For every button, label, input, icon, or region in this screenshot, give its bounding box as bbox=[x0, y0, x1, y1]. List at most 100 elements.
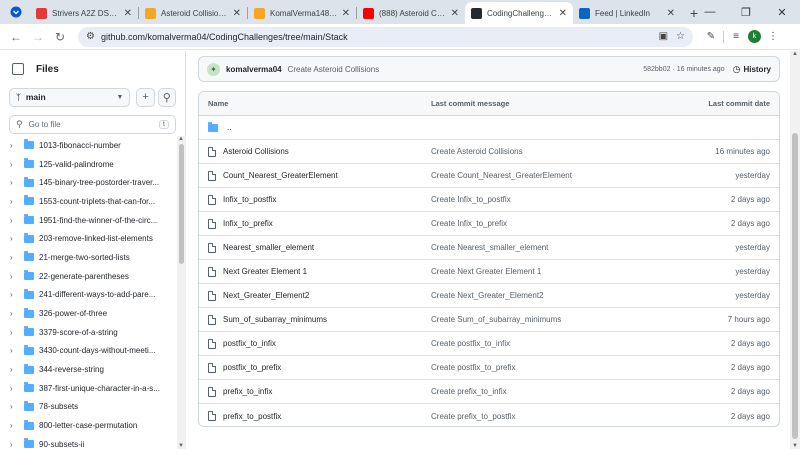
commit-message-link[interactable]: Create Infix_to_postfix bbox=[431, 195, 681, 204]
tree-item[interactable]: › 3430-count-days-without-meeti... bbox=[0, 342, 178, 361]
tree-item[interactable]: › 21-merge-two-sorted-lists bbox=[0, 248, 178, 267]
commit-message-link[interactable]: Create Next Greater Element 1 bbox=[431, 267, 681, 276]
file-name-link[interactable]: Infix_to_prefix bbox=[223, 219, 273, 228]
chevron-right-icon[interactable]: › bbox=[10, 160, 18, 169]
chevron-right-icon[interactable]: › bbox=[10, 178, 18, 187]
commit-message-link[interactable]: Create Nearest_smaller_element bbox=[431, 243, 681, 252]
tree-item[interactable]: › 3379-score-of-a-string bbox=[0, 323, 178, 342]
browser-tab[interactable]: Feed | LinkedIn ✕ bbox=[573, 2, 681, 24]
scrollbar-thumb[interactable] bbox=[179, 144, 184, 264]
add-file-button[interactable]: + bbox=[136, 87, 155, 107]
restore-icon[interactable]: ❐ bbox=[728, 0, 764, 24]
tab-search-icon[interactable] bbox=[6, 2, 26, 22]
chevron-right-icon[interactable]: › bbox=[10, 365, 18, 374]
scroll-down-icon[interactable]: ▼ bbox=[792, 443, 798, 449]
commit-message[interactable]: Create Asteroid Collisions bbox=[288, 65, 644, 74]
user-avatar[interactable]: ✦ bbox=[207, 62, 220, 76]
file-name-link[interactable]: Count_Nearest_GreaterElement bbox=[223, 171, 338, 180]
close-tab-icon[interactable]: ✕ bbox=[342, 8, 350, 19]
file-name-link[interactable]: Next_Greater_Element2 bbox=[223, 291, 309, 300]
chevron-right-icon[interactable]: › bbox=[10, 141, 18, 150]
minimize-icon[interactable]: — bbox=[692, 0, 728, 24]
browser-tab[interactable]: Asteroid Collision - Le✕ bbox=[139, 2, 247, 24]
search-button[interactable]: ⚲ bbox=[157, 87, 176, 107]
chevron-right-icon[interactable]: › bbox=[10, 440, 18, 449]
tree-item[interactable]: › 1553-count-triplets-that-can-for... bbox=[0, 192, 178, 211]
reading-list-icon[interactable]: ≡ bbox=[727, 28, 745, 46]
commit-message-link[interactable]: Create prefix_to_infix bbox=[431, 387, 681, 396]
sidebar-scrollbar[interactable]: ▲ ▼ bbox=[177, 136, 186, 449]
url-text[interactable]: github.com/komalverma04/CodingChallenges… bbox=[101, 32, 651, 42]
chevron-right-icon[interactable]: › bbox=[10, 197, 18, 206]
table-row[interactable]: Count_Nearest_GreaterElement Create Count… bbox=[199, 164, 779, 188]
file-name-link[interactable]: Nearest_smaller_element bbox=[223, 243, 314, 252]
reload-icon[interactable]: ↻ bbox=[50, 27, 70, 47]
browser-tab[interactable]: KomalVerma148 - Le ✕ bbox=[248, 2, 356, 24]
go-to-file-input[interactable]: ⚲ Go to file t bbox=[9, 115, 176, 134]
table-row[interactable]: Asteroid Collisions Create Asteroid Colli… bbox=[199, 140, 779, 164]
chevron-right-icon[interactable]: › bbox=[10, 328, 18, 337]
profile-avatar[interactable]: k bbox=[748, 30, 761, 43]
scroll-down-icon[interactable]: ▼ bbox=[178, 443, 184, 449]
commit-author[interactable]: komalverma04 bbox=[226, 65, 282, 74]
tree-item[interactable]: › 326-power-of-three bbox=[0, 304, 178, 323]
file-name-link[interactable]: Infix_to_postfix bbox=[223, 195, 276, 204]
file-name-link[interactable]: postfix_to_infix bbox=[223, 339, 276, 348]
commit-message-link[interactable]: Create postfix_to_prefix bbox=[431, 363, 681, 372]
commit-message-link[interactable]: Create Sum_of_subarray_minimums bbox=[431, 315, 681, 324]
chevron-right-icon[interactable]: › bbox=[10, 421, 18, 430]
table-row[interactable]: prefix_to_postfix Create prefix_to_postfi… bbox=[199, 404, 779, 426]
parent-directory-link[interactable]: .. bbox=[227, 123, 231, 132]
close-tab-icon[interactable]: ✕ bbox=[233, 8, 241, 19]
commit-message-link[interactable]: Create Asteroid Collisions bbox=[431, 147, 681, 156]
file-name-link[interactable]: postfix_to_prefix bbox=[223, 363, 281, 372]
chevron-right-icon[interactable]: › bbox=[10, 309, 18, 318]
table-row[interactable]: Infix_to_postfix Create Infix_to_postfix 2… bbox=[199, 188, 779, 212]
browser-tab[interactable]: Strivers A2Z DSA Cou✕ bbox=[30, 2, 138, 24]
table-row[interactable]: postfix_to_infix Create postfix_to_infix 2… bbox=[199, 332, 779, 356]
tree-item[interactable]: › 800-letter-case-permutation bbox=[0, 416, 178, 435]
file-name-link[interactable]: Next Greater Element 1 bbox=[223, 267, 307, 276]
tree-item[interactable]: › 1951-find-the-winner-of-the-circ... bbox=[0, 211, 178, 230]
table-row[interactable]: Next Greater Element 1 Create Next Greate… bbox=[199, 260, 779, 284]
cast-icon[interactable]: ▣ bbox=[659, 31, 668, 42]
commit-message-link[interactable]: Create postfix_to_infix bbox=[431, 339, 681, 348]
menu-kebab-icon[interactable]: ⋮ bbox=[764, 28, 782, 46]
collapse-sidebar-icon[interactable] bbox=[12, 63, 24, 75]
parent-directory-row[interactable]: .. bbox=[199, 116, 779, 140]
tree-item[interactable]: › 203-remove-linked-list-elements bbox=[0, 229, 178, 248]
tree-item[interactable]: › 387-first-unique-character-in-a-s... bbox=[0, 379, 178, 398]
tree-item[interactable]: › 22-generate-parentheses bbox=[0, 267, 178, 286]
scroll-up-icon[interactable]: ▲ bbox=[178, 136, 184, 142]
chevron-right-icon[interactable]: › bbox=[10, 216, 18, 225]
close-tab-icon[interactable]: ✕ bbox=[667, 8, 675, 19]
tree-item[interactable]: › 78-subsets bbox=[0, 398, 178, 417]
tree-item[interactable]: › 1013-fibonacci-number bbox=[0, 136, 178, 155]
file-name-link[interactable]: Asteroid Collisions bbox=[223, 147, 289, 156]
tree-item[interactable]: › 241-different-ways-to-add-pare... bbox=[0, 286, 178, 305]
scroll-up-icon[interactable]: ▲ bbox=[792, 51, 798, 57]
chevron-right-icon[interactable]: › bbox=[10, 290, 18, 299]
branch-selector[interactable]: ᛉ main ▼ bbox=[9, 87, 131, 107]
table-row[interactable]: Sum_of_subarray_minimums Create Sum_of_su… bbox=[199, 308, 779, 332]
commit-message-link[interactable]: Create Infix_to_prefix bbox=[431, 219, 681, 228]
page-scrollbar[interactable]: ▲ ▼ bbox=[790, 51, 800, 449]
chevron-right-icon[interactable]: › bbox=[10, 272, 18, 281]
extensions-icon[interactable]: ✎ bbox=[702, 28, 720, 46]
file-name-link[interactable]: prefix_to_infix bbox=[223, 387, 272, 396]
commit-message-link[interactable]: Create prefix_to_postfix bbox=[431, 412, 681, 421]
close-tab-icon[interactable]: ✕ bbox=[559, 8, 567, 19]
scrollbar-thumb[interactable] bbox=[792, 133, 798, 439]
close-tab-icon[interactable]: ✕ bbox=[124, 8, 132, 19]
table-row[interactable]: Nearest_smaller_element Create Nearest_sm… bbox=[199, 236, 779, 260]
site-info-icon[interactable]: ⚙ bbox=[86, 31, 95, 42]
browser-tab[interactable]: CodingChallenges/St ✕ bbox=[465, 2, 573, 24]
table-row[interactable]: Next_Greater_Element2 Create Next_Greater… bbox=[199, 284, 779, 308]
table-row[interactable]: prefix_to_infix Create prefix_to_infix 2 d… bbox=[199, 380, 779, 404]
commit-message-link[interactable]: Create Next_Greater_Element2 bbox=[431, 291, 681, 300]
forward-icon[interactable]: → bbox=[28, 27, 48, 47]
table-row[interactable]: Infix_to_prefix Create Infix_to_prefix 2 d… bbox=[199, 212, 779, 236]
back-icon[interactable]: ← bbox=[6, 27, 26, 47]
commit-meta[interactable]: 582bb02 · 16 minutes ago bbox=[643, 66, 724, 73]
tree-item[interactable]: › 145-binary-tree-postorder-traver... bbox=[0, 173, 178, 192]
